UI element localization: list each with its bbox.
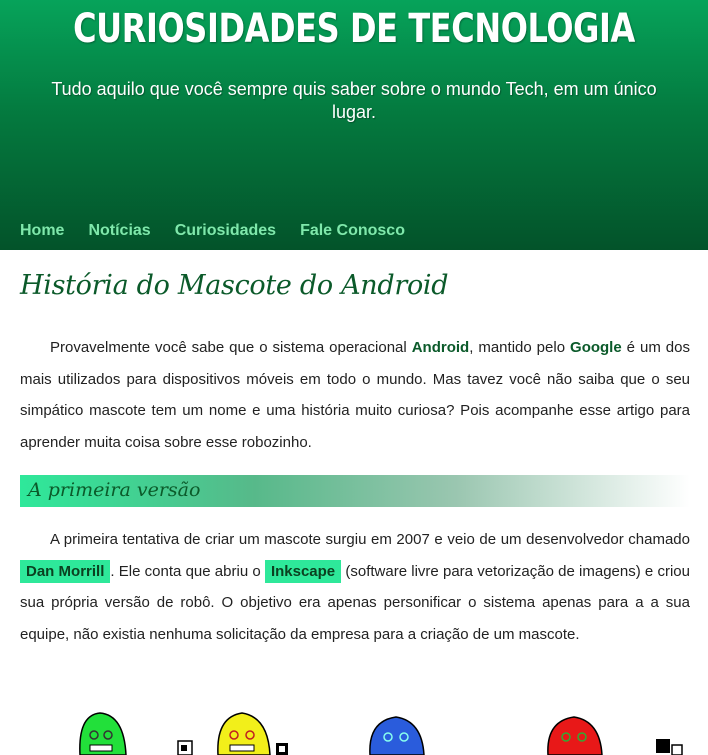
intro-text-2: , mantido pelo	[469, 339, 571, 356]
section-text-1: A primeira tentativa de criar um mascote…	[50, 531, 690, 548]
yellow-mascot	[217, 712, 271, 755]
green-mascot	[79, 712, 127, 755]
intro-text-1: Provavelmente você sabe que o sistema op…	[50, 339, 412, 356]
red-mascot	[547, 716, 603, 755]
nav-fale-conosco[interactable]: Fale Conosco	[300, 222, 405, 240]
intro-paragraph: Provavelmente você sabe que o sistema op…	[20, 332, 690, 458]
android-highlight: Android	[411, 339, 470, 356]
nav-noticias[interactable]: Notícias	[88, 222, 150, 240]
blue-mascot	[369, 716, 425, 755]
nav-curiosidades[interactable]: Curiosidades	[175, 222, 276, 240]
block-decor-1	[177, 740, 193, 755]
site-title: CURIOSIDADES DE TECNOLOGIA	[73, 6, 635, 52]
section-paragraph: A primeira tentativa de criar um mascote…	[20, 524, 690, 650]
site-subtitle: Tudo aquilo que você sempre quis saber s…	[51, 79, 657, 122]
name-tag: Dan Morrill	[20, 559, 111, 583]
article-title: História do Mascote do Android	[20, 270, 449, 301]
block-decor-3	[656, 739, 683, 755]
mascots-svg	[79, 712, 683, 755]
main-nav: Home Notícias Curiosidades Fale Conosco	[20, 222, 405, 240]
mascot-illustration	[60, 705, 700, 755]
nav-home[interactable]: Home	[20, 222, 64, 240]
site-header: CURIOSIDADES DE TECNOLOGIA Tudo aquilo q…	[0, 0, 708, 250]
article: História do Mascote do Android Provavelm…	[20, 270, 690, 643]
section-text-2: . Ele conta que abriu o	[110, 562, 265, 580]
section-title: A primeira versão	[28, 479, 201, 501]
software-tag: Inkscape	[264, 559, 342, 583]
google-highlight: Google	[570, 339, 622, 356]
section-header: A primeira versão	[20, 475, 690, 507]
block-decor-2	[276, 743, 288, 755]
